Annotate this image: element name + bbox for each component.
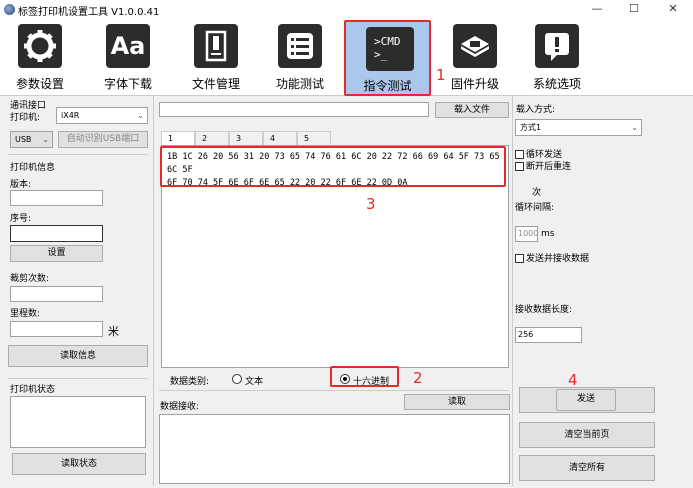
receive-data-box[interactable] (159, 414, 510, 484)
data-receive-label: 数据接收: (160, 402, 200, 412)
read-info-button[interactable]: 读取信息 (8, 345, 148, 367)
file-icon (194, 24, 238, 68)
toolbar-label: 功能测试 (275, 77, 324, 91)
toolbar-label: 文件管理 (191, 77, 240, 91)
reconnect-label: 断开后重连 (526, 162, 572, 172)
recv-length-field[interactable]: 256 (515, 327, 582, 343)
loop-interval-label: 循环间隔: (515, 203, 555, 213)
printer-model-value: iX4R (61, 111, 80, 120)
load-file-button[interactable]: 载入文件 (435, 102, 509, 118)
font-icon: Aa (106, 24, 150, 68)
printer-info-label: 打印机信息 (10, 163, 56, 173)
hex-line-1: 1B 1C 26 20 56 31 20 73 65 74 76 61 6C 2… (167, 152, 500, 175)
annotation-2: 2 (413, 369, 423, 387)
clear-current-page-button[interactable]: 清空当前页 (519, 422, 655, 448)
chevron-down-icon: ⌄ (137, 111, 144, 120)
version-field[interactable] (10, 190, 103, 206)
chevron-down-icon: ⌄ (42, 135, 49, 144)
chevron-down-icon: ⌄ (631, 123, 638, 132)
mileage-field[interactable] (10, 321, 103, 337)
clear-all-button[interactable]: 清空所有 (519, 455, 655, 481)
toolbar-label: 指令测试 (363, 79, 412, 93)
load-mode-label: 载入方式: (516, 105, 556, 115)
radio-hex-label: 十六进制 (353, 377, 390, 387)
hex-line-2: 6F 70 74 5F 6E 6F 6E 65 22 20 22 6F 6E 2… (167, 178, 408, 188)
alert-icon (535, 24, 579, 68)
loop-send-checkbox[interactable] (515, 150, 524, 159)
version-label: 版本: (10, 180, 32, 190)
serial-label: 序号: (10, 214, 32, 224)
port-select[interactable]: USB ⌄ (10, 131, 53, 148)
load-mode-value: 方式1 (520, 123, 542, 132)
minimize-button[interactable]: — (587, 2, 607, 16)
divider (8, 154, 148, 155)
toolbar-firmware-upgrade[interactable]: 固件升级 (440, 20, 510, 96)
file-path-input[interactable] (159, 102, 429, 117)
recv-length-label: 接收数据长度: (515, 305, 573, 315)
terminal-icon: >CMD >_ (366, 27, 414, 71)
auto-detect-usb-button[interactable]: 自动识别USB端口 (58, 131, 148, 148)
send-receive-checkbox[interactable] (515, 254, 524, 263)
printer-status-box (10, 396, 146, 448)
tab-1[interactable]: 1 (161, 131, 195, 146)
mileage-label: 里程数: (10, 309, 41, 319)
tab-4[interactable]: 4 (263, 131, 297, 146)
send-receive-option[interactable]: 发送并接收数据 (515, 251, 589, 264)
main-toolbar: 参数设置 Aa 字体下载 文件管理 功能测试 >CMD >_ 指令测试 1 固件… (0, 20, 693, 96)
panel-divider (512, 96, 513, 486)
panel-divider (153, 96, 154, 486)
toolbar-label: 字体下载 (103, 77, 152, 91)
radio-hex[interactable] (340, 374, 350, 384)
close-button[interactable]: ✕ (663, 2, 683, 16)
cut-count-field[interactable] (10, 286, 103, 302)
toolbar-param-settings[interactable]: 参数设置 (5, 20, 75, 96)
tab-5[interactable]: 5 (297, 131, 331, 146)
mileage-unit: 米 (108, 325, 119, 338)
divider (8, 378, 148, 379)
divider (159, 390, 509, 391)
annotation-3: 3 (366, 195, 376, 213)
toolbar-function-test[interactable]: 功能测试 (265, 20, 335, 96)
toolbar-label: 系统选项 (532, 77, 581, 91)
reconnect-checkbox[interactable] (515, 162, 524, 171)
load-mode-select[interactable]: 方式1 ⌄ (515, 119, 642, 136)
cut-count-label: 裁剪次数: (10, 274, 50, 284)
toolbar-command-test[interactable]: >CMD >_ 指令测试 (344, 20, 431, 96)
times-unit: 次 (532, 188, 542, 198)
radio-text[interactable] (232, 374, 242, 384)
radio-text-label: 文本 (245, 377, 264, 387)
hex-command-highlight: 1B 1C 26 20 56 31 20 73 65 74 76 61 6C 2… (160, 146, 506, 188)
toolbar-font-download[interactable]: Aa 字体下载 (93, 20, 163, 96)
serial-field[interactable] (10, 225, 103, 242)
window-title: 标签打印机设置工具 V1.0.0.41 (18, 7, 160, 18)
port-value: USB (15, 135, 32, 144)
send-receive-label: 发送并接收数据 (526, 254, 590, 264)
chip-icon (453, 24, 497, 68)
send-button[interactable]: 发送 (556, 389, 616, 411)
printer-model-select[interactable]: iX4R ⌄ (56, 107, 148, 124)
set-button[interactable]: 设置 (10, 245, 103, 262)
title-bar: 标签打印机设置工具 V1.0.0.41 — ☐ ✕ (0, 0, 693, 20)
printer-status-label: 打印机状态 (10, 385, 56, 395)
tab-2[interactable]: 2 (195, 131, 229, 146)
data-type-label: 数据类别: (170, 377, 210, 387)
read-button[interactable]: 读取 (404, 394, 510, 410)
toolbar-file-management[interactable]: 文件管理 (181, 20, 251, 96)
toolbar-system-options[interactable]: 系统选项 (522, 20, 592, 96)
loop-interval-field[interactable]: 1000 (515, 226, 538, 242)
app-icon (4, 4, 15, 15)
toolbar-label: 固件升级 (450, 77, 499, 91)
reconnect-option[interactable]: 断开后重连 (515, 159, 571, 172)
tab-3[interactable]: 3 (229, 131, 263, 146)
read-status-button[interactable]: 读取状态 (12, 453, 146, 475)
list-icon (278, 24, 322, 68)
gear-icon (18, 24, 62, 68)
interval-unit: ms (541, 229, 555, 239)
maximize-button[interactable]: ☐ (624, 2, 644, 16)
toolbar-label: 参数设置 (15, 77, 64, 91)
printer-label: 打印机: (10, 113, 41, 123)
